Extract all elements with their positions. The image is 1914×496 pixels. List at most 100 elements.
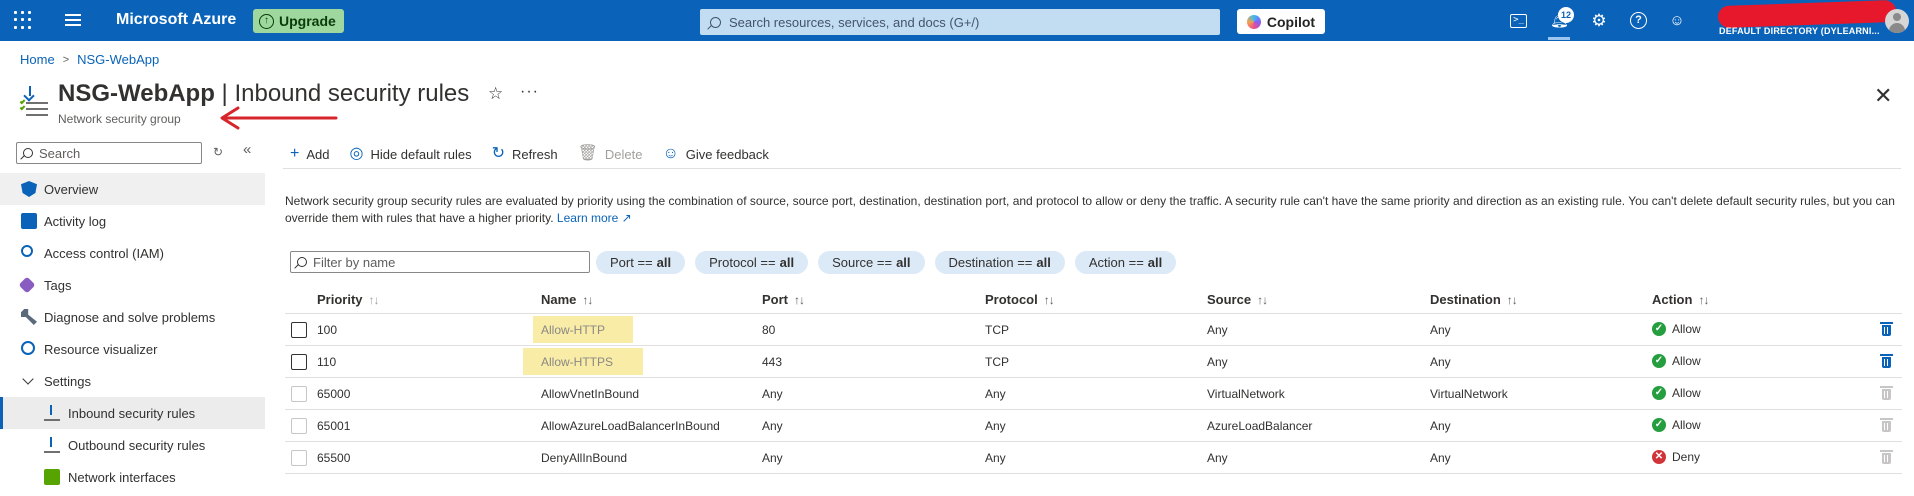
cell-name[interactable]: AllowAzureLoadBalancerInBound (541, 419, 720, 433)
shield-icon (21, 181, 37, 197)
column-header-protocol[interactable]: Protocol ↑↓ (985, 292, 1055, 307)
directory-name[interactable]: DEFAULT DIRECTORY (DYLEARNI... (1719, 26, 1880, 36)
cell-action: ✓ Allow (1652, 322, 1701, 336)
sort-icon: ↑↓ (1043, 292, 1055, 307)
sidebar-item-resource-visualizer[interactable]: Resource visualizer (0, 333, 265, 365)
filter-pill-label: Action == (1088, 255, 1144, 270)
column-header-action[interactable]: Action ↑↓ (1652, 292, 1709, 307)
delete-label: Delete (604, 146, 643, 162)
global-search-input[interactable]: Search resources, services, and docs (G+… (700, 9, 1220, 35)
collapse-nav-icon[interactable]: « (243, 141, 251, 158)
row-checkbox[interactable] (291, 386, 307, 402)
learn-more-link[interactable]: Learn more ↗ (557, 211, 632, 225)
column-header-source[interactable]: Source ↑↓ (1207, 292, 1268, 307)
sidebar-item-iam[interactable]: Access control (IAM) (0, 237, 265, 269)
brand-title[interactable]: Microsoft Azure (116, 11, 236, 29)
settings-gear-icon[interactable]: ⚙ (1590, 12, 1608, 30)
filter-pills: Port == all Protocol == all Source == all D… (596, 251, 1177, 274)
sidebar-group-settings[interactable]: Settings (0, 365, 265, 397)
give-feedback-button[interactable]: ☺ Give feedback (662, 146, 768, 162)
cell-source: AzureLoadBalancer (1207, 419, 1313, 433)
table-row[interactable]: 65001 AllowAzureLoadBalancerInBound Any … (285, 410, 1902, 442)
table-row[interactable]: 110 Allow-HTTPS 443 TCP Any Any ✓ Allow (285, 346, 1902, 378)
filter-pill-action[interactable]: Action == all (1074, 251, 1177, 274)
more-options-icon[interactable]: ··· (520, 83, 539, 101)
column-header-name[interactable]: Name ↑↓ (541, 292, 593, 307)
column-header-label: Protocol (985, 292, 1038, 307)
sidebar-item-activity-log[interactable]: Activity log (0, 205, 265, 237)
filter-pill-value: all (1147, 255, 1163, 270)
sort-icon: ↑↓ (1257, 292, 1268, 307)
hide-default-rules-button[interactable]: ◎ Hide default rules (349, 146, 471, 162)
table-row[interactable]: 65500 DenyAllInBound Any Any Any Any ✕ De… (285, 442, 1902, 474)
delete-row-trash-icon[interactable] (1880, 322, 1893, 336)
cell-destination: Any (1430, 355, 1451, 369)
refresh-button[interactable]: ↻ Refresh (492, 146, 558, 162)
nsg-inbound-icon (19, 86, 48, 116)
feedback-person-icon[interactable]: ☺ (1668, 12, 1686, 30)
sidebar-item-outbound-security-rules[interactable]: Outbound security rules (0, 429, 265, 461)
column-header-port[interactable]: Port ↑↓ (762, 292, 805, 307)
cell-action: ✓ Allow (1652, 418, 1701, 432)
favorite-star-icon[interactable]: ☆ (488, 84, 503, 104)
tag-icon (18, 276, 36, 294)
upgrade-button[interactable]: ↑ Upgrade (253, 9, 344, 33)
help-icon[interactable]: ? (1630, 12, 1647, 29)
table-row[interactable]: 65000 AllowVnetInBound Any Any VirtualNe… (285, 378, 1902, 410)
delete-button[interactable]: 🗑︎ Delete (578, 146, 643, 162)
cell-protocol: Any (985, 451, 1006, 465)
filter-pill-label: Destination == (948, 255, 1033, 270)
breadcrumb-home[interactable]: Home (20, 52, 55, 67)
sidebar-item-label: Resource visualizer (44, 341, 158, 357)
filter-by-name-input[interactable]: Filter by name (290, 251, 590, 273)
top-bar: Microsoft Azure ↑ Upgrade Search resourc… (0, 0, 1914, 41)
resource-name: NSG-WebApp (58, 80, 215, 107)
delete-row-trash-icon[interactable] (1880, 354, 1893, 368)
portal-menu-icon[interactable] (65, 14, 81, 27)
nav-refresh-icon[interactable]: ↻ (213, 145, 223, 159)
delete-row-trash-icon (1880, 418, 1893, 432)
filter-pill-port[interactable]: Port == all (596, 251, 686, 274)
nav-search-input[interactable]: Search (16, 142, 202, 164)
refresh-icon: ↻ (491, 145, 506, 162)
row-checkbox[interactable] (291, 418, 307, 434)
add-button[interactable]: + Add (290, 146, 329, 162)
sidebar-item-inbound-security-rules[interactable]: Inbound security rules (0, 397, 265, 429)
breadcrumb-resource[interactable]: NSG-WebApp (77, 52, 159, 67)
filter-pill-destination[interactable]: Destination == all (934, 251, 1065, 274)
cell-action: ✓ Allow (1652, 354, 1701, 368)
column-header-label: Source (1207, 292, 1252, 307)
cell-name-link[interactable]: Allow-HTTPS (541, 355, 613, 369)
copilot-button[interactable]: Copilot (1237, 9, 1325, 34)
sidebar-item-overview[interactable]: Overview (0, 173, 265, 205)
column-header-destination[interactable]: Destination ↑↓ (1430, 292, 1518, 307)
column-header-label: Destination (1430, 292, 1501, 307)
filter-pill-source[interactable]: Source == all (818, 251, 925, 274)
close-icon[interactable]: ✕ (1874, 84, 1892, 109)
sort-icon: ↑↓ (1698, 292, 1709, 307)
sidebar-group-label: Settings (44, 373, 91, 389)
app-launcher-icon[interactable] (14, 11, 32, 29)
cell-action-label: Allow (1672, 418, 1701, 432)
cell-name[interactable]: DenyAllInBound (541, 451, 627, 465)
sidebar-item-diagnose[interactable]: Diagnose and solve problems (0, 301, 265, 333)
cloud-shell-icon[interactable]: >_ (1510, 14, 1527, 28)
cell-protocol: TCP (985, 323, 1009, 337)
sort-icon: ↑↓ (368, 292, 380, 307)
column-header-priority[interactable]: Priority ↑↓ (317, 292, 380, 307)
cell-name[interactable]: AllowVnetInBound (541, 387, 639, 401)
activity-log-icon (21, 213, 37, 229)
allow-check-icon: ✓ (1652, 418, 1666, 432)
filter-pill-protocol[interactable]: Protocol == all (695, 251, 809, 274)
cell-source: Any (1207, 355, 1228, 369)
cell-name-link[interactable]: Allow-HTTP (541, 323, 605, 337)
cell-action-label: Allow (1672, 322, 1701, 336)
avatar[interactable] (1885, 9, 1909, 33)
table-row[interactable]: 100 Allow-HTTP 80 TCP Any Any ✓ Allow (285, 314, 1902, 346)
sidebar-item-tags[interactable]: Tags (0, 269, 265, 301)
cell-destination: Any (1430, 451, 1451, 465)
row-checkbox[interactable] (291, 450, 307, 466)
sidebar-item-network-interfaces[interactable]: Network interfaces (0, 461, 265, 493)
row-checkbox[interactable] (291, 322, 307, 338)
row-checkbox[interactable] (291, 354, 307, 370)
